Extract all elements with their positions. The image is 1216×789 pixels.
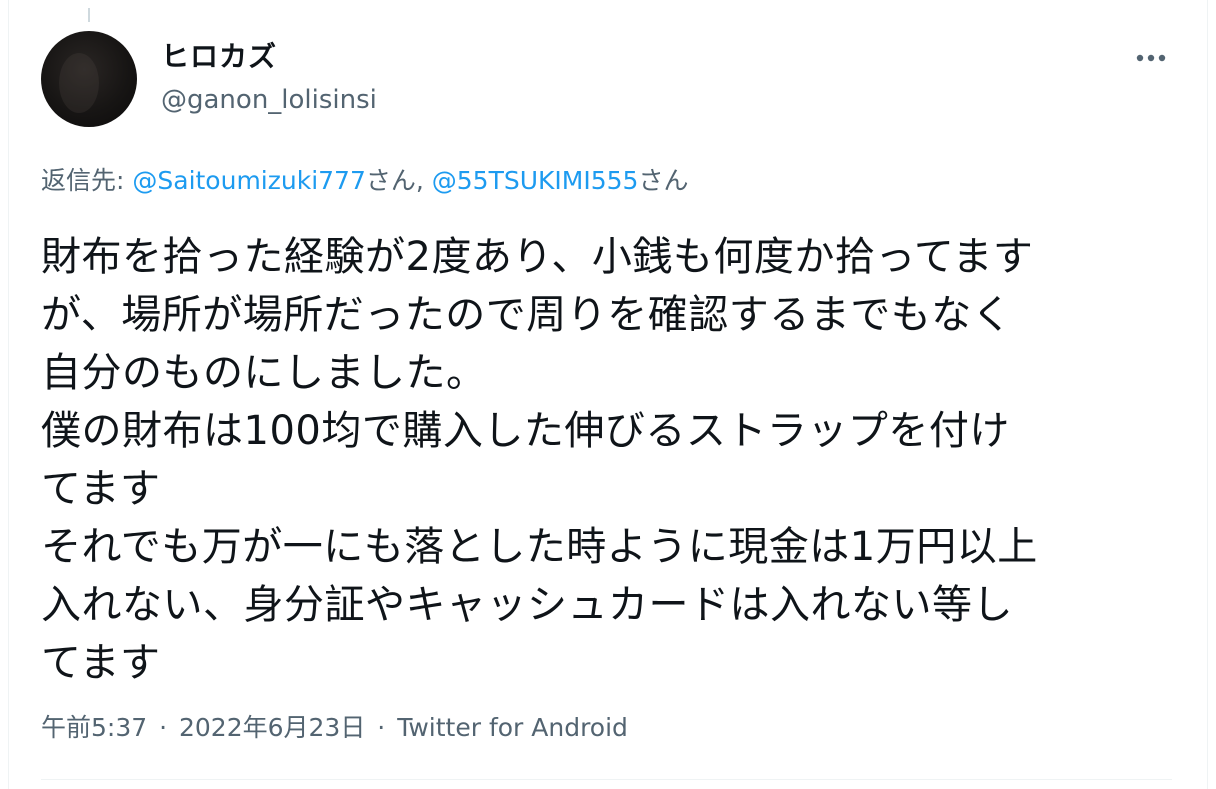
tweet-text-line: てます [41, 640, 161, 686]
reply-mention-1-suffix: さん, [365, 166, 432, 195]
meta-separator: · [377, 713, 386, 742]
tweet-time[interactable]: 午前5:37 [41, 713, 147, 742]
reply-mention-2-suffix: さん [638, 166, 689, 195]
reply-mention-1[interactable]: @Saitoumizuki777 [132, 166, 365, 195]
thread-connector-line [88, 8, 90, 22]
user-handle[interactable]: @ganon_lolisinsi [161, 82, 377, 118]
tweet-text-line: それでも万が一にも落とした時ように現金は1万円以上 [41, 524, 1038, 570]
avatar[interactable] [41, 31, 137, 127]
tweet-text-line: が、場所が場所だったので周りを確認するまでもなく [41, 292, 1013, 338]
tweet-text-line: てます [41, 466, 161, 512]
tweet-text: 財布を拾った経験が2度あり、小銭も何度か拾ってます が、場所が場所だったので周り… [41, 228, 1181, 692]
reply-mention-2[interactable]: @55TSUKIMI555 [432, 166, 639, 195]
display-name[interactable]: ヒロカズ [161, 38, 277, 76]
tweet-meta: 午前5:37 · 2022年6月23日 · Twitter for Androi… [41, 710, 628, 746]
tweet-text-line: 自分のものにしました。 [41, 350, 487, 396]
tweet-source[interactable]: Twitter for Android [397, 713, 628, 742]
divider [41, 779, 1172, 780]
tweet-date[interactable]: 2022年6月23日 [179, 713, 365, 742]
tweet-text-line: 財布を拾った経験が2度あり、小銭も何度か拾ってます [41, 234, 1034, 280]
reply-to-line: 返信先: @Saitoumizuki777さん, @55TSUKIMI555さん [41, 164, 688, 198]
tweet-text-line: 僕の財布は100均で購入した伸びるストラップを付け [41, 408, 1010, 454]
reply-to-prefix: 返信先: [41, 166, 133, 195]
more-options-button[interactable] [1130, 40, 1172, 76]
tweet-text-line: 入れない、身分証やキャッシュカードは入れない等し [41, 582, 1013, 628]
meta-separator: · [159, 713, 168, 742]
more-horizontal-icon [1136, 54, 1166, 62]
